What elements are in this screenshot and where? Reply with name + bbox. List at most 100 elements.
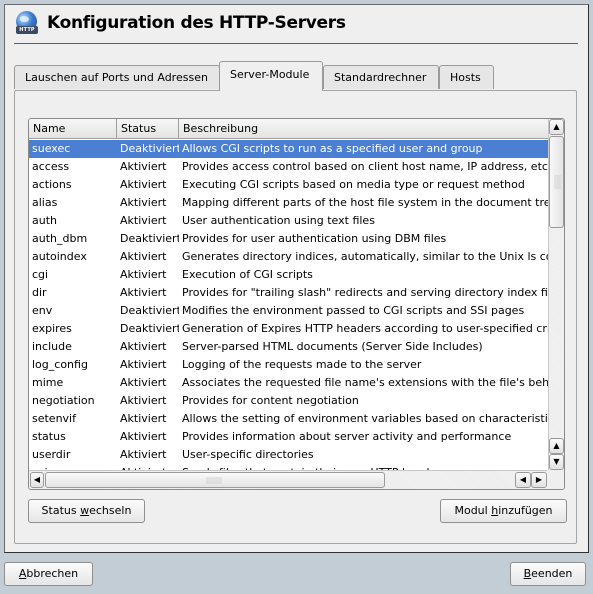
table-row[interactable]: userdir Aktiviert User-specific directorie…: [29, 446, 549, 464]
table-row[interactable]: dir Aktiviert Provides for "trailing slash…: [29, 284, 549, 302]
table-row[interactable]: status Aktiviert Provides information abou…: [29, 428, 549, 446]
module-name-cell: suexec: [32, 142, 71, 155]
module-description-cell: Provides information about server activi…: [182, 430, 512, 443]
module-description-cell: Allows the setting of environment variab…: [182, 412, 549, 425]
table-row[interactable]: setenvif Aktiviert Allows the setting of e…: [29, 410, 549, 428]
modules-table[interactable]: Name Status Beschreibung suexec Deaktivie…: [28, 118, 565, 490]
button-label: Modul: [454, 504, 492, 517]
table-header: Name Status Beschreibung: [29, 119, 549, 139]
module-description-cell: Generates directory indices, automatical…: [182, 250, 549, 263]
module-description-cell: Logging of the requests made to the serv…: [182, 358, 422, 371]
module-status-cell: Aktiviert: [120, 250, 167, 263]
table-row[interactable]: include Aktiviert Server-parsed HTML docum…: [29, 338, 549, 356]
module-status-cell: Aktiviert: [120, 286, 167, 299]
module-status-cell: Aktiviert: [120, 394, 167, 407]
module-name-cell: actions: [32, 178, 72, 191]
module-name-cell: autoindex: [32, 250, 87, 263]
scroll-left-button-right[interactable]: ◀: [515, 472, 531, 488]
module-status-cell: Aktiviert: [120, 160, 167, 173]
scroll-right-button[interactable]: ▶: [531, 472, 547, 488]
module-name-cell: auth: [32, 214, 57, 227]
finish-button[interactable]: Beenden: [510, 562, 586, 586]
button-label: eenden: [531, 567, 573, 580]
module-name-cell: auth_dbm: [32, 232, 88, 245]
table-row[interactable]: negotiation Aktiviert Provides for content…: [29, 392, 549, 410]
module-status-cell: Aktiviert: [120, 268, 167, 281]
module-name-cell: mime: [32, 376, 64, 389]
module-name-cell: alias: [32, 196, 58, 209]
module-status-cell: Aktiviert: [120, 376, 167, 389]
tab-hosts[interactable]: Hosts: [439, 65, 494, 89]
module-name-cell: setenvif: [32, 412, 76, 425]
cancel-button[interactable]: Abbrechen: [4, 562, 93, 586]
module-name-cell: include: [32, 340, 72, 353]
module-status-cell: Deaktiviert: [120, 232, 179, 245]
http-tag: HTTP: [16, 26, 38, 34]
table-row[interactable]: access Aktiviert Provides access control b…: [29, 158, 549, 176]
accelerator-key: w: [80, 504, 90, 517]
module-name-cell: log_config: [32, 358, 88, 371]
module-status-cell: Aktiviert: [120, 412, 167, 425]
http-globe-icon: HTTP: [15, 11, 39, 35]
add-module-button[interactable]: Modul hinzufügen: [440, 499, 567, 523]
table-row[interactable]: expires Deaktiviert Generation of Expires …: [29, 320, 549, 338]
table-row[interactable]: log_config Aktiviert Logging of the reques…: [29, 356, 549, 374]
module-status-cell: Deaktiviert: [120, 142, 179, 155]
module-status-cell: Deaktiviert: [120, 304, 179, 317]
column-header-description[interactable]: Beschreibung: [179, 119, 549, 139]
module-description-cell: Execution of CGI scripts: [182, 268, 313, 281]
grip-icon: [206, 477, 222, 484]
table-row[interactable]: env Deaktiviert Modifies the environment p…: [29, 302, 549, 320]
module-description-cell: Provides for content negotiation: [182, 394, 359, 407]
table-row[interactable]: suexec Deaktiviert Allows CGI scripts to r…: [29, 140, 549, 158]
module-description-cell: Provides access control based on client …: [182, 160, 549, 173]
table-row[interactable]: auth_dbm Deaktiviert Provides for user aut…: [29, 230, 549, 248]
table-row[interactable]: cgi Aktiviert Execution of CGI scripts: [29, 266, 549, 284]
vertical-scrollbar[interactable]: ▲ ▲ ▼: [548, 119, 564, 471]
vertical-scroll-thumb[interactable]: [549, 136, 564, 228]
button-label: bbrechen: [26, 567, 79, 580]
table-row[interactable]: alias Aktiviert Mapping different parts of…: [29, 194, 549, 212]
scroll-left-button[interactable]: ◀: [30, 472, 44, 488]
module-description-cell: Allows CGI scripts to run as a specified…: [182, 142, 483, 155]
module-description-cell: User authentication using text files: [182, 214, 375, 227]
scroll-up-button-bottom[interactable]: ▲: [549, 438, 564, 454]
column-header-name[interactable]: Name: [29, 119, 117, 139]
title-bar: HTTP Konfiguration des HTTP-Servers: [15, 11, 346, 35]
horizontal-scrollbar[interactable]: ◀ ◀ ▶: [29, 470, 549, 489]
server-modules-panel: Name Status Beschreibung suexec Deaktivie…: [14, 90, 577, 544]
module-description-cell: Provides for user authentication using D…: [182, 232, 447, 245]
toggle-status-button[interactable]: Status wechseln: [28, 499, 145, 523]
table-row[interactable]: mime Aktiviert Associates the requested fi…: [29, 374, 549, 392]
module-status-cell: Deaktiviert: [120, 322, 179, 335]
module-name-cell: access: [32, 160, 70, 173]
module-description-cell: Generation of Expires HTTP headers accor…: [182, 322, 549, 335]
table-body: suexec Deaktiviert Allows CGI scripts to r…: [29, 140, 549, 470]
horizontal-scroll-thumb[interactable]: [45, 472, 385, 488]
module-name-cell: env: [32, 304, 53, 317]
table-row[interactable]: auth Aktiviert User authentication using t…: [29, 212, 549, 230]
scrollbar-corner: [547, 470, 564, 489]
title-divider: [14, 43, 578, 44]
module-description-cell: User-specific directories: [182, 448, 314, 461]
table-row[interactable]: autoindex Aktiviert Generates directory in…: [29, 248, 549, 266]
module-name-cell: cgi: [32, 268, 49, 281]
column-header-status[interactable]: Status: [117, 119, 179, 139]
scroll-up-button[interactable]: ▲: [549, 119, 564, 135]
module-status-cell: Aktiviert: [120, 430, 167, 443]
http-server-config-window: HTTP Konfiguration des HTTP-Servers Laus…: [4, 4, 589, 553]
button-label: inzufügen: [498, 504, 553, 517]
table-row[interactable]: actions Aktiviert Executing CGI scripts ba…: [29, 176, 549, 194]
module-description-cell: Associates the requested file name's ext…: [182, 376, 549, 389]
module-name-cell: userdir: [32, 448, 71, 461]
module-name-cell: dir: [32, 286, 47, 299]
module-status-cell: Aktiviert: [120, 214, 167, 227]
tab-listen-ports[interactable]: Lauschen auf Ports und Adressen: [14, 65, 220, 89]
tab-server-modules[interactable]: Server-Module: [219, 61, 323, 91]
module-description-cell: Server-parsed HTML documents (Server Sid…: [182, 340, 483, 353]
module-status-cell: Aktiviert: [120, 340, 167, 353]
tab-default-host[interactable]: Standardrechner: [323, 65, 439, 89]
module-name-cell: negotiation: [32, 394, 95, 407]
scroll-down-button[interactable]: ▼: [549, 454, 564, 470]
module-status-cell: Aktiviert: [120, 196, 167, 209]
